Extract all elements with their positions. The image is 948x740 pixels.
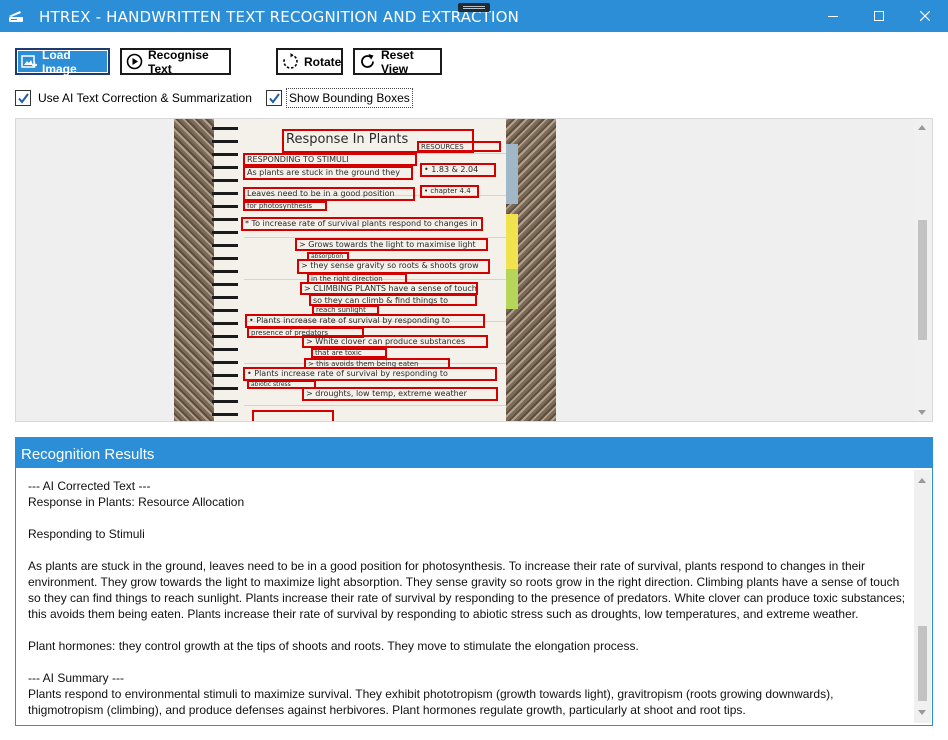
- image-scrollbar[interactable]: [914, 119, 931, 421]
- window-title: HTREX - HANDWRITTEN TEXT RECOGNITION AND…: [39, 8, 520, 26]
- text-bounding-box: > they sense gravity so roots & shoots g…: [297, 259, 490, 274]
- notebook-spiral: [212, 121, 238, 421]
- results-text[interactable]: --- AI Corrected Text --- Response in Pl…: [28, 478, 908, 718]
- results-line: Response in Plants: Resource Allocation: [28, 495, 245, 509]
- text-bounding-box: • chapter 4.4: [420, 185, 479, 198]
- ai-correction-label: Use AI Text Correction & Summarization: [38, 91, 252, 105]
- minimize-button[interactable]: [810, 0, 856, 32]
- scroll-thumb[interactable]: [918, 220, 927, 340]
- text-bounding-box: Leaves need to be in a good position: [243, 187, 415, 201]
- text-bounding-box: • Plants increase rate of survival by re…: [245, 314, 485, 328]
- play-icon: [126, 53, 143, 70]
- title-bar: HTREX - HANDWRITTEN TEXT RECOGNITION AND…: [0, 0, 948, 32]
- results-line: --- AI Corrected Text ---: [28, 479, 151, 493]
- text-bounding-box: * To increase rate of survival plants re…: [241, 217, 483, 231]
- ai-correction-option[interactable]: Use AI Text Correction & Summarization: [15, 90, 252, 106]
- results-line: Plant hormones: they control growth at t…: [28, 639, 639, 653]
- bounding-boxes-option[interactable]: Show Bounding Boxes: [266, 88, 413, 108]
- add-image-icon: [21, 54, 37, 68]
- checkmark-icon: [269, 93, 280, 104]
- results-line: [28, 654, 908, 670]
- rotate-button[interactable]: Rotate: [276, 48, 343, 75]
- results-line: [28, 542, 908, 558]
- maximize-icon: [874, 11, 884, 21]
- reset-view-label: Reset View: [381, 47, 414, 76]
- text-bounding-box: • 1.83 & 2.04: [420, 163, 496, 177]
- load-image-button[interactable]: Load Image: [15, 47, 110, 76]
- results-line: As plants are stuck in the ground, leave…: [28, 559, 906, 621]
- minimize-icon: [828, 16, 838, 17]
- notebook-photo: Response In Plants RESPONDING TO STIMULI…: [174, 119, 556, 421]
- scroll-thumb[interactable]: [918, 626, 927, 701]
- scanner-icon: [9, 11, 23, 22]
- text-bounding-box: • Plants increase rate of survival by re…: [243, 367, 497, 381]
- bounding-boxes-label: Show Bounding Boxes: [286, 88, 413, 108]
- scroll-up-icon[interactable]: [918, 125, 926, 130]
- text-bounding-box: that are toxic: [311, 348, 387, 358]
- text-bounding-box: As plants are stuck in the ground they: [243, 166, 413, 180]
- recognise-text-button[interactable]: Recognise Text: [120, 47, 231, 76]
- text-bounding-box: for photosynthesis: [243, 201, 327, 211]
- results-line: [28, 510, 908, 526]
- checkmark-icon: [18, 93, 29, 104]
- text-bounding-box: [252, 410, 334, 421]
- refresh-icon: [361, 54, 374, 68]
- close-button[interactable]: [902, 0, 948, 32]
- text-bounding-box: RESOURCES: [417, 141, 501, 152]
- bounding-boxes-checkbox[interactable]: [266, 90, 282, 106]
- results-line: [28, 622, 908, 638]
- rotate-icon: [283, 53, 298, 69]
- results-line: --- AI Summary ---: [28, 671, 124, 685]
- close-icon: [920, 11, 930, 21]
- maximize-button[interactable]: [856, 0, 902, 32]
- results-line: Responding to Stimuli: [28, 527, 145, 541]
- scroll-up-icon[interactable]: [918, 478, 926, 483]
- results-header: Recognition Results: [16, 438, 932, 468]
- text-bounding-box: > droughts, low temp, extreme weather: [302, 387, 498, 401]
- text-bounding-box: RESPONDING TO STIMULI: [243, 153, 417, 166]
- results-panel: Recognition Results --- AI Corrected Tex…: [15, 437, 933, 726]
- text-bounding-box: > White clover can produce substances: [302, 335, 488, 348]
- scroll-down-icon[interactable]: [918, 710, 926, 715]
- recognise-text-label: Recognise Text: [148, 47, 209, 76]
- results-line: Plants respond to environmental stimuli …: [28, 687, 834, 717]
- drag-handle[interactable]: [458, 3, 490, 12]
- rotate-label: Rotate: [304, 54, 342, 69]
- text-bounding-box: > Grows towards the light to maximise li…: [295, 238, 488, 251]
- ai-correction-checkbox[interactable]: [15, 90, 31, 106]
- reset-view-button[interactable]: Reset View: [353, 47, 442, 76]
- results-scrollbar[interactable]: [914, 470, 931, 723]
- scroll-down-icon[interactable]: [918, 410, 926, 415]
- load-image-label: Load Image: [42, 47, 77, 76]
- image-viewer[interactable]: Response In Plants RESPONDING TO STIMULI…: [15, 118, 933, 422]
